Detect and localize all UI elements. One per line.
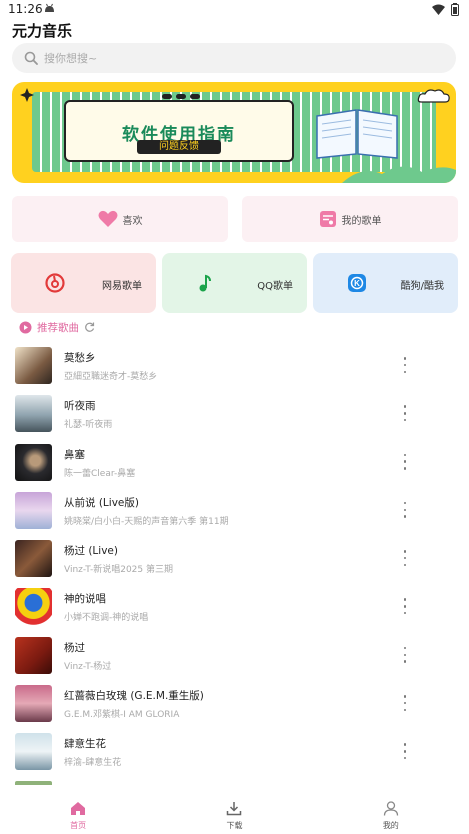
netease-icon [45, 273, 65, 293]
song-title: 神的说唱 [64, 593, 106, 606]
song-cover [15, 540, 52, 578]
search-input[interactable] [44, 51, 424, 65]
more-options-icon[interactable] [401, 453, 409, 470]
song-cover [15, 491, 52, 529]
favorites-button[interactable]: 喜欢 [12, 196, 228, 242]
song-subtitle: 亞細亞職迷奇才-莫愁乡 [64, 372, 158, 382]
book-illustration-icon [316, 109, 398, 159]
banner-subtitle: 问题反馈 [137, 140, 221, 154]
song-subtitle: Vinz-T-新说唱2025 第三期 [64, 565, 173, 576]
song-item[interactable]: 红蔷薇白玫瑰 (G.E.M.重生版) G.E.M.邓紫棋-I AM GLORIA [15, 683, 455, 731]
song-cover [15, 733, 52, 771]
user-icon [383, 801, 398, 816]
my-playlists-label: 我的歌单 [341, 215, 382, 227]
nav-download-label: 下载 [226, 821, 243, 830]
song-cover [15, 395, 52, 433]
my-playlists-button[interactable]: 我的歌单 [242, 196, 458, 242]
heart-icon [98, 210, 117, 227]
nav-download[interactable]: 下载 [156, 786, 312, 834]
favorites-label: 喜欢 [122, 215, 143, 227]
kugou-playlist-button[interactable]: K 酷狗/酷我 [313, 253, 458, 313]
more-options-icon[interactable] [401, 501, 409, 518]
song-cover [15, 347, 52, 384]
banner-decoration [162, 94, 200, 99]
song-title: 从前说 (Live版) [64, 496, 139, 509]
song-item[interactable]: 肆意生花 梓渝-肆意生花 [15, 731, 455, 779]
android-notification-icon [45, 3, 54, 12]
download-icon [227, 802, 242, 816]
song-item[interactable]: 鼻塞 陈一蕾Clear-鼻塞 [15, 442, 455, 490]
recommend-title: 推荐歌曲 [37, 321, 79, 334]
play-circle-icon [19, 321, 32, 333]
song-item[interactable]: 莫愁乡 亞細亞職迷奇才-莫愁乡 [15, 345, 455, 393]
qq-label: QQ歌单 [257, 281, 293, 292]
app-title: 元力音乐 [12, 22, 73, 40]
status-time: 11:26 [8, 2, 43, 16]
song-subtitle: 礼瑟-听夜雨 [64, 420, 113, 431]
song-title: 杨过 (Live) [64, 545, 118, 558]
song-cover [15, 685, 52, 723]
netease-label: 网易歌单 [102, 281, 142, 292]
song-subtitle: G.E.M.邓紫棋-I AM GLORIA [64, 710, 180, 721]
playlist-sources: 网易歌单 QQ歌单 K 酷狗/酷我 [11, 253, 458, 313]
recommend-header: 推荐歌曲 [19, 319, 95, 335]
more-options-icon[interactable] [401, 550, 409, 567]
song-subtitle: 姚晓棠/白小白-天赐的声音第六季 第11期 [64, 516, 229, 527]
qq-music-icon [199, 274, 211, 292]
song-item[interactable]: 从前说 (Live版) 姚晓棠/白小白-天赐的声音第六季 第11期 [15, 490, 455, 538]
banner-leaves [342, 166, 456, 183]
nav-home-label: 首页 [70, 821, 87, 830]
guide-banner[interactable]: 软件使用指南 问题反馈 [12, 82, 456, 183]
song-subtitle: 梓渝-肆意生花 [64, 758, 122, 769]
status-indicators [432, 3, 459, 16]
song-item[interactable]: 杨过 Vinz-T-杨过 [15, 635, 455, 683]
netease-playlist-button[interactable]: 网易歌单 [11, 253, 156, 313]
more-options-icon[interactable] [401, 743, 409, 760]
song-title: 听夜雨 [64, 400, 96, 413]
nav-mine-label: 我的 [382, 821, 399, 830]
song-title: 杨过 [64, 641, 85, 654]
song-title: 莫愁乡 [64, 352, 96, 364]
bottom-nav: 首页 下载 我的 [0, 786, 469, 834]
more-options-icon[interactable] [401, 695, 409, 712]
quick-links: 喜欢 我的歌单 [12, 196, 458, 242]
song-subtitle: 陈一蕾Clear-鼻塞 [64, 468, 136, 479]
song-list: 莫愁乡 亞細亞職迷奇才-莫愁乡 听夜雨 礼瑟-听夜雨 鼻塞 陈一蕾Clear-鼻… [15, 345, 455, 780]
nav-home[interactable]: 首页 [0, 786, 156, 834]
status-bar: 11:26 [0, 0, 469, 20]
song-title: 红蔷薇白玫瑰 (G.E.M.重生版) [64, 690, 204, 703]
search-icon [24, 51, 38, 65]
song-item[interactable]: 杨过 (Live) Vinz-T-新说唱2025 第三期 [15, 538, 455, 586]
refresh-icon[interactable] [84, 322, 95, 333]
song-item[interactable]: 听夜雨 礼瑟-听夜雨 [15, 393, 455, 441]
banner-cloud-icon [417, 89, 450, 103]
more-options-icon[interactable] [401, 646, 409, 663]
nav-mine[interactable]: 我的 [313, 786, 469, 834]
song-item[interactable]: 神的说唱 小婵不跑调-神的说唱 [15, 586, 455, 634]
more-options-icon[interactable] [401, 405, 409, 422]
song-cover [15, 636, 52, 674]
more-options-icon[interactable] [401, 598, 409, 615]
song-title: 鼻塞 [64, 448, 85, 461]
qq-playlist-button[interactable]: QQ歌单 [162, 253, 307, 313]
search-bar[interactable] [12, 43, 456, 73]
song-subtitle: 小婵不跑调-神的说唱 [64, 613, 149, 624]
kugou-label: 酷狗/酷我 [400, 281, 444, 292]
wifi-icon [432, 4, 445, 15]
playlist-icon [319, 211, 336, 227]
battery-icon [451, 3, 459, 16]
song-cover [15, 588, 52, 626]
more-options-icon[interactable] [401, 357, 409, 373]
song-title: 肆意生花 [64, 738, 106, 751]
home-icon [71, 802, 86, 815]
song-subtitle: Vinz-T-杨过 [64, 661, 112, 672]
song-cover-partial [15, 781, 52, 785]
svg-text:K: K [354, 279, 360, 288]
banner-corner-icon [20, 88, 34, 102]
song-cover [15, 443, 52, 481]
kugou-icon: K [348, 274, 366, 292]
